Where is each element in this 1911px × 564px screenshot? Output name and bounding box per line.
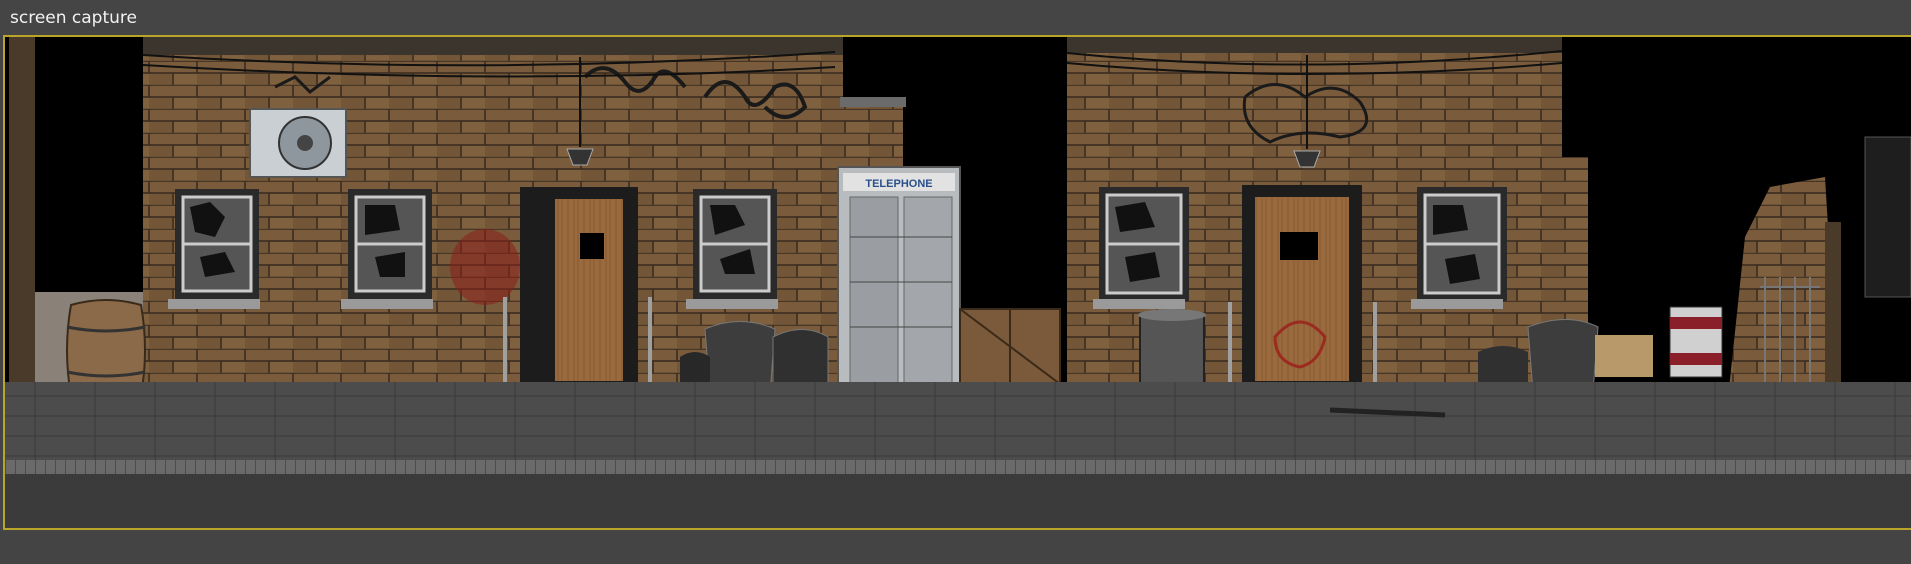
street [5, 474, 1911, 528]
window-3 [686, 189, 778, 309]
barrel-red [1669, 306, 1723, 378]
render-viewport[interactable]: TELEPHONE [3, 35, 1911, 530]
telephone-booth [837, 166, 961, 400]
window-5 [1411, 187, 1507, 309]
sidewalk [5, 382, 1911, 460]
wooden-crate [959, 308, 1061, 385]
blood-stain [450, 229, 520, 305]
wooden-post [9, 37, 35, 407]
status-bar [0, 530, 1911, 564]
alley-scene: TELEPHONE [5, 37, 1911, 528]
booth-sign: TELEPHONE [865, 178, 932, 190]
window-1 [168, 189, 260, 309]
scaffold [1864, 136, 1911, 298]
window-4 [1093, 187, 1189, 309]
window-title: screen capture [0, 0, 1911, 34]
ac-unit [249, 108, 347, 178]
curb [5, 460, 1911, 474]
window-2 [341, 189, 433, 309]
